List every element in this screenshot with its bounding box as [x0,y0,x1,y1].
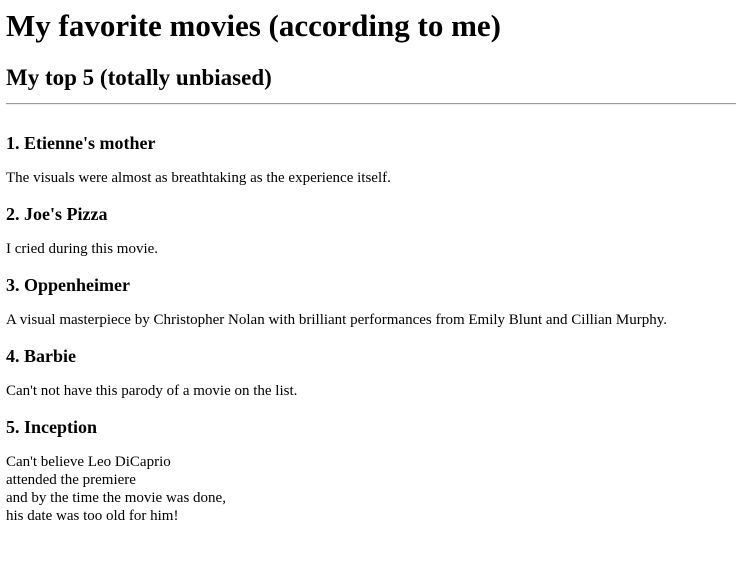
movie-item: 1. Etienne's mother The visuals were alm… [6,131,736,187]
movie-heading: 4. Barbie [6,346,76,366]
divider [6,103,736,105]
movie-description: The visuals were almost as breathtaking … [6,170,391,186]
movie-heading: 1. Etienne's mother [6,133,156,153]
movie-item: 5. Inception Can't believe Leo DiCaprio … [6,415,736,525]
movie-description: Can't not have this parody of a movie on… [6,383,298,399]
page-subtitle: My top 5 (totally unbiased) [6,65,272,90]
movie-list: 1. Etienne's mother The visuals were alm… [6,131,736,525]
movie-heading: 3. Oppenheimer [6,275,130,295]
movie-item: 3. Oppenheimer A visual masterpiece by C… [6,273,736,329]
movie-item: 4. Barbie Can't not have this parody of … [6,344,736,400]
movie-heading: 5. Inception [6,417,98,437]
movie-item: 2. Joe's Pizza I cried during this movie… [6,202,736,258]
page-title: My favorite movies (according to me) [6,8,501,43]
movie-description: I cried during this movie. [6,241,159,257]
movie-heading: 2. Joe's Pizza [6,204,108,224]
movie-description: A visual masterpiece by Christopher Nola… [6,312,667,328]
movie-description: Can't believe Leo DiCaprio attended the … [6,454,226,524]
